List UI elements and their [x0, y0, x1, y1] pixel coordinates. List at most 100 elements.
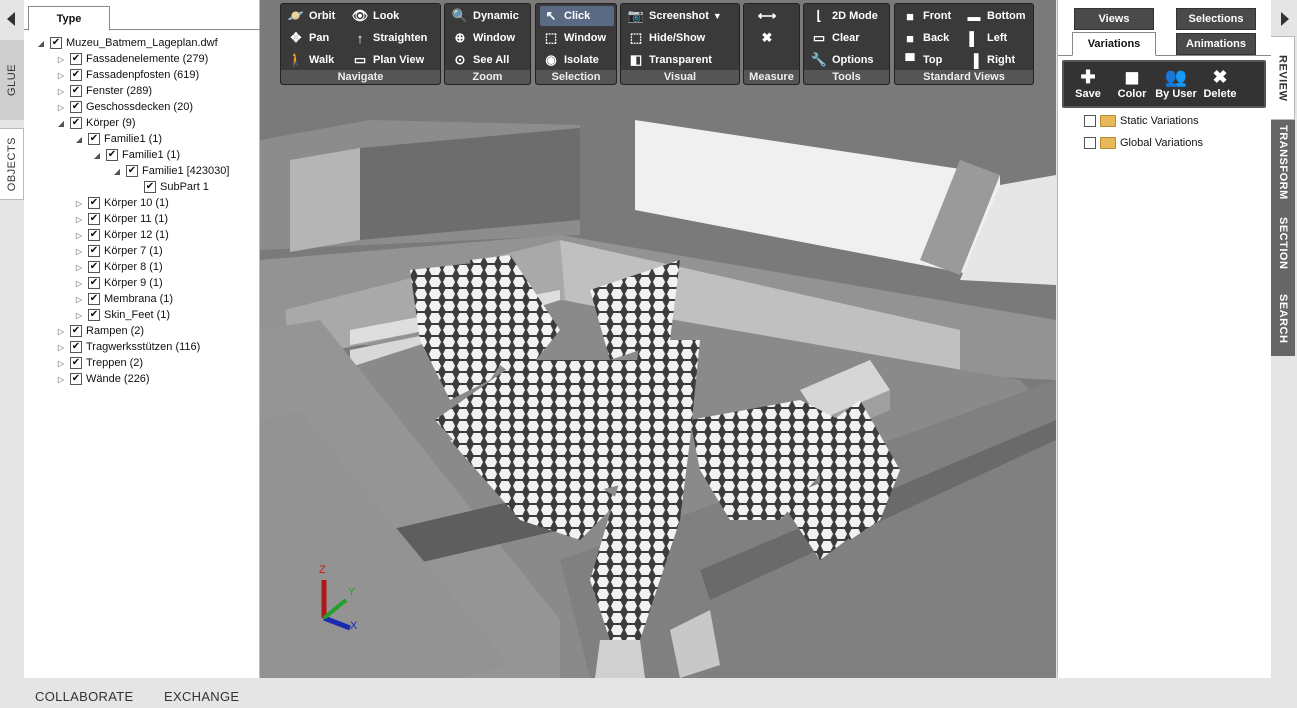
tree-item-checkbox[interactable]: ✔ — [70, 117, 82, 129]
tree-item-checkbox[interactable]: ✔ — [50, 37, 62, 49]
list-item[interactable]: Global Variations — [1084, 134, 1203, 152]
collapse-triangle-icon[interactable]: ◢ — [112, 167, 122, 176]
screenshot-button[interactable]: 📷 Screenshot ▼ — [627, 6, 722, 26]
tab-collaborate[interactable]: COLLABORATE — [35, 689, 133, 704]
expand-triangle-icon[interactable]: ▷ — [74, 199, 84, 208]
tree-item[interactable]: ◢ ✔ Familie1 (1) — [74, 131, 162, 147]
expand-triangle-icon[interactable]: ▷ — [74, 279, 84, 288]
view-top-button[interactable]: ▀ Top — [901, 50, 942, 70]
tree-item[interactable]: ▷ ✔ Treppen (2) — [56, 355, 143, 371]
transparent-button[interactable]: ◧ Transparent — [627, 50, 712, 70]
tree-item[interactable]: ▷ ✔ Körper 11 (1) — [74, 211, 168, 227]
tree-item-checkbox[interactable]: ✔ — [88, 277, 100, 289]
tab-views[interactable]: Views — [1074, 8, 1154, 30]
tree-item[interactable]: ▷ ✔ Rampen (2) — [56, 323, 144, 339]
tree-item[interactable]: ◢ ✔ Muzeu_Batmem_Lageplan.dwf — [36, 35, 218, 51]
list-item[interactable]: Static Variations — [1084, 112, 1199, 130]
expand-triangle-icon[interactable]: ▷ — [74, 311, 84, 320]
tree-item-checkbox[interactable]: ✔ — [70, 101, 82, 113]
tree-item[interactable]: ▷ ✔ Körper 10 (1) — [74, 195, 169, 211]
mode-2d-button[interactable]: ⌊ 2D Mode — [810, 6, 877, 26]
expand-triangle-icon[interactable]: ▷ — [74, 295, 84, 304]
tree-item[interactable]: ▷ ✔ Geschossdecken (20) — [56, 99, 193, 115]
expand-triangle-icon[interactable]: ▷ — [56, 375, 66, 384]
tree-item-checkbox[interactable]: ✔ — [126, 165, 138, 177]
tree-item[interactable]: ▷ ✔ Fenster (289) — [56, 83, 152, 99]
tree-item-checkbox[interactable]: ✔ — [70, 85, 82, 97]
tree-item-checkbox[interactable]: ✔ — [144, 181, 156, 193]
tab-variations[interactable]: Variations — [1072, 32, 1156, 56]
expand-triangle-icon[interactable]: ▷ — [56, 343, 66, 352]
tab-glue[interactable]: GLUE — [0, 40, 24, 120]
options-button[interactable]: 🔧 Options — [810, 50, 874, 70]
expand-triangle-icon[interactable]: ▷ — [74, 231, 84, 240]
tab-objects[interactable]: OBJECTS — [0, 128, 24, 200]
select-window-button[interactable]: ⬚ Window — [542, 28, 606, 48]
tree-item-checkbox[interactable]: ✔ — [70, 341, 82, 353]
by-user-button[interactable]: 👥 By User — [1154, 66, 1198, 106]
tree-item[interactable]: ▷ ✔ Fassadenpfosten (619) — [56, 67, 199, 83]
collapse-left-arrow-icon[interactable] — [0, 6, 22, 32]
tree-item-checkbox[interactable]: ✔ — [106, 149, 118, 161]
measure-clear-button[interactable]: ✖ — [758, 28, 780, 48]
save-button[interactable]: ✚ Save — [1066, 66, 1110, 106]
tree-item-checkbox[interactable]: ✔ — [70, 53, 82, 65]
tree-item[interactable]: ▷ ✔ Membrana (1) — [74, 291, 173, 307]
hide-show-button[interactable]: ⬚ Hide/Show — [627, 28, 705, 48]
expand-triangle-icon[interactable]: ▷ — [56, 359, 66, 368]
tab-transform[interactable]: TRANSFORM — [1271, 120, 1295, 204]
tree-item-checkbox[interactable]: ✔ — [88, 245, 100, 257]
view-left-button[interactable]: ▌ Left — [965, 28, 1007, 48]
expand-triangle-icon[interactable]: ▷ — [74, 215, 84, 224]
tab-section[interactable]: SECTION — [1271, 204, 1295, 282]
isolate-button[interactable]: ◉ Isolate — [542, 50, 599, 70]
expand-triangle-icon[interactable]: ▷ — [56, 55, 66, 64]
tree-item[interactable]: ▷ ✔ Skin_Feet (1) — [74, 307, 170, 323]
tree-item-checkbox[interactable]: ✔ — [88, 293, 100, 305]
expand-triangle-icon[interactable]: ▷ — [56, 87, 66, 96]
tree-item[interactable]: ▷ ✔ Körper 9 (1) — [74, 275, 163, 291]
straighten-button[interactable]: ↑ Straighten — [351, 28, 428, 48]
plan-view-button[interactable]: ▭ Plan View — [351, 50, 424, 70]
expand-triangle-icon[interactable]: ▷ — [56, 327, 66, 336]
tab-exchange[interactable]: EXCHANGE — [164, 689, 239, 704]
tree-item-checkbox[interactable]: ✔ — [70, 69, 82, 81]
tree-item[interactable]: ▷ ✔ Wände (226) — [56, 371, 150, 387]
tree-item-checkbox[interactable]: ✔ — [88, 133, 100, 145]
expand-triangle-icon[interactable]: ▷ — [74, 247, 84, 256]
clear-button[interactable]: ▭ Clear — [810, 28, 860, 48]
delete-button[interactable]: ✖ Delete — [1198, 66, 1242, 106]
tree-item-checkbox[interactable]: ✔ — [88, 213, 100, 225]
tab-type[interactable]: Type — [28, 6, 110, 31]
tree-item-checkbox[interactable]: ✔ — [70, 325, 82, 337]
tree-item[interactable]: ▷ ✔ Körper 8 (1) — [74, 259, 163, 275]
checkbox[interactable] — [1084, 115, 1096, 127]
tree-item[interactable]: ▷ ✔ Fassadenelemente (279) — [56, 51, 208, 67]
tree-item-checkbox[interactable]: ✔ — [88, 229, 100, 241]
view-right-button[interactable]: ▐ Right — [965, 50, 1015, 70]
view-bottom-button[interactable]: ▬ Bottom — [965, 6, 1026, 26]
tree-item[interactable]: ✔ SubPart 1 — [130, 179, 209, 195]
walk-button[interactable]: 🚶 Walk — [287, 50, 334, 70]
expand-triangle-icon[interactable]: ▷ — [74, 263, 84, 272]
tree-item[interactable]: ▷ ✔ Körper 7 (1) — [74, 243, 163, 259]
tree-item[interactable]: ◢ ✔ Familie1 (1) — [92, 147, 180, 163]
measure-distance-button[interactable]: ⟷ — [758, 6, 780, 26]
collapse-triangle-icon[interactable]: ◢ — [56, 119, 66, 128]
tree-item[interactable]: ▷ ✔ Körper 12 (1) — [74, 227, 169, 243]
tree-item-checkbox[interactable]: ✔ — [88, 197, 100, 209]
collapse-right-arrow-icon[interactable] — [1274, 6, 1296, 32]
model-viewport[interactable]: Z Y X — [260, 0, 1056, 678]
collapse-triangle-icon[interactable]: ◢ — [74, 135, 84, 144]
tree-item-checkbox[interactable]: ✔ — [88, 261, 100, 273]
tree-item[interactable]: ▷ ✔ Tragwerksstützen (116) — [56, 339, 200, 355]
color-button[interactable]: ◼ Color — [1110, 66, 1154, 106]
pan-button[interactable]: ✥ Pan — [287, 28, 330, 48]
collapse-triangle-icon[interactable]: ◢ — [36, 39, 46, 48]
checkbox[interactable] — [1084, 137, 1096, 149]
view-front-button[interactable]: ■ Front — [901, 6, 951, 26]
tree-item-checkbox[interactable]: ✔ — [70, 357, 82, 369]
orbit-button[interactable]: 🪐 Orbit — [287, 6, 335, 26]
tab-review[interactable]: REVIEW — [1271, 36, 1295, 120]
tab-search[interactable]: SEARCH — [1271, 282, 1295, 356]
